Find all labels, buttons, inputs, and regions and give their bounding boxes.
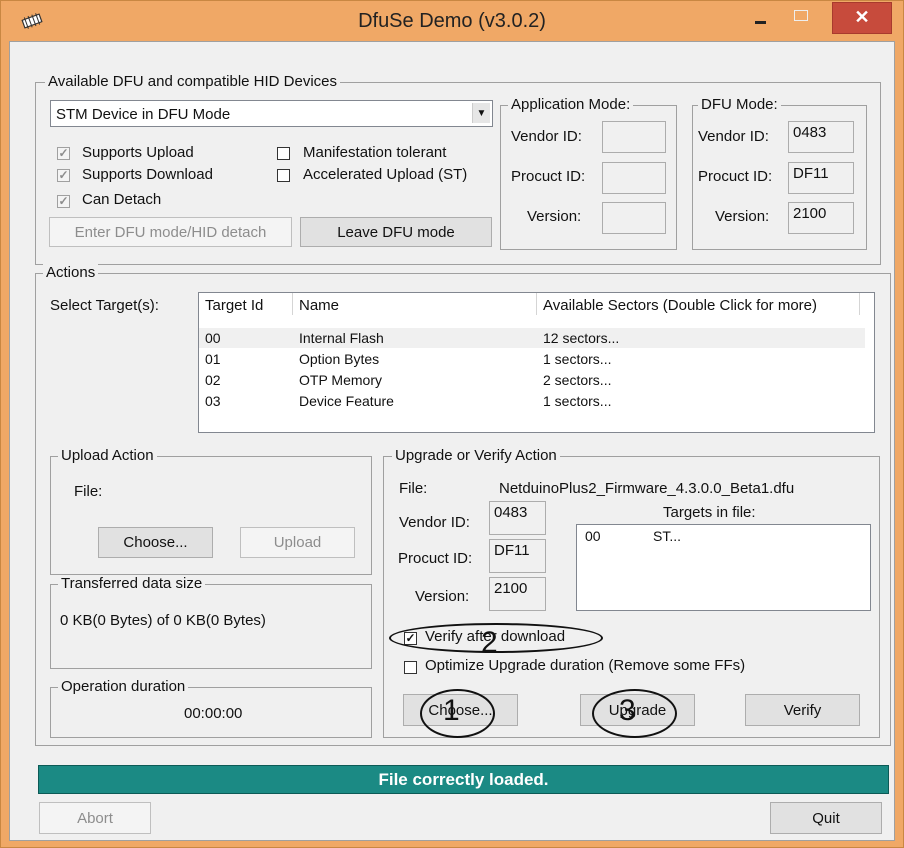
upgrade-vendor-id-label: Vendor ID:: [399, 514, 470, 531]
column-header-sectors[interactable]: Available Sectors (Double Click for more…: [537, 293, 860, 315]
upgrade-product-id-field: DF11: [489, 539, 546, 573]
optimize-upgrade-label: Optimize Upgrade duration (Remove some F…: [425, 657, 746, 674]
dfu-version-field: 2100: [788, 202, 854, 234]
enter-dfu-mode-button[interactable]: Enter DFU mode/HID detach: [49, 217, 292, 247]
leave-dfu-mode-button[interactable]: Leave DFU mode: [300, 217, 492, 247]
target-name-cell[interactable]: Device Feature: [299, 393, 394, 409]
dfu-mode-legend: DFU Mode:: [698, 96, 781, 113]
can-detach-label: Can Detach: [82, 191, 162, 208]
dfu-version-label: Version:: [715, 208, 770, 225]
targets-in-file-label: Targets in file:: [663, 504, 756, 521]
dfuse-window: DfuSe Demo (v3.0.2) ✕ Available DFU and …: [0, 0, 904, 848]
upload-file-label: File:: [74, 483, 103, 500]
dfu-product-id-field: DF11: [788, 162, 854, 194]
upload-action-legend: Upload Action: [58, 447, 157, 464]
column-header-name[interactable]: Name: [293, 293, 537, 315]
dfu-product-id-label: Procuct ID:: [698, 168, 773, 185]
app-product-id-label: Procuct ID:: [511, 168, 586, 185]
upgrade-file-label: File:: [399, 480, 428, 497]
targets-list[interactable]: Target Id Name Available Sectors (Double…: [198, 292, 875, 433]
manifestation-tolerant-label: Manifestation tolerant: [303, 144, 447, 161]
close-button[interactable]: ✕: [832, 2, 892, 34]
file-target-id-cell[interactable]: 00: [585, 528, 601, 544]
operation-duration-legend: Operation duration: [58, 678, 189, 695]
actions-legend: Actions: [43, 264, 99, 281]
supports-download-label: Supports Download: [82, 166, 213, 183]
target-sectors-cell[interactable]: 1 sectors...: [543, 351, 611, 367]
chevron-down-icon[interactable]: ▼: [472, 103, 490, 123]
status-bar: File correctly loaded.: [38, 765, 889, 794]
can-detach-checkbox[interactable]: ✓: [57, 195, 70, 208]
targets-in-file-list[interactable]: 00 ST...: [576, 524, 871, 611]
target-id-cell[interactable]: 01: [205, 351, 221, 367]
app-version-label: Version:: [527, 208, 582, 225]
dfu-vendor-id-field: 0483: [788, 121, 854, 153]
upgrade-action-legend: Upgrade or Verify Action: [392, 447, 560, 464]
abort-button[interactable]: Abort: [39, 802, 151, 834]
supports-upload-label: Supports Upload: [82, 144, 194, 161]
upload-button[interactable]: Upload: [240, 527, 355, 558]
app-vendor-id-field: [602, 121, 666, 153]
supports-download-checkbox[interactable]: ✓: [57, 169, 70, 182]
supports-upload-checkbox[interactable]: ✓: [57, 147, 70, 160]
upgrade-version-label: Version:: [415, 588, 470, 605]
target-sectors-cell[interactable]: 2 sectors...: [543, 372, 611, 388]
upgrade-vendor-id-field: 0483: [489, 501, 546, 535]
devices-legend: Available DFU and compatible HID Devices: [45, 73, 341, 90]
device-select-value: STM Device in DFU Mode: [56, 106, 231, 123]
app-version-field: [602, 202, 666, 234]
app-vendor-id-label: Vendor ID:: [511, 128, 582, 145]
dfu-vendor-id-label: Vendor ID:: [698, 128, 769, 145]
title-bar[interactable]: DfuSe Demo (v3.0.2) ✕: [1, 1, 903, 41]
target-id-cell[interactable]: 00: [205, 330, 221, 346]
target-id-cell[interactable]: 02: [205, 372, 221, 388]
operation-duration-value: 00:00:00: [184, 705, 243, 722]
application-mode-legend: Application Mode:: [508, 96, 634, 113]
target-name-cell[interactable]: Option Bytes: [299, 351, 379, 367]
manifestation-tolerant-checkbox[interactable]: [277, 147, 290, 160]
optimize-upgrade-checkbox[interactable]: [404, 661, 417, 674]
target-sectors-cell[interactable]: 1 sectors...: [543, 393, 611, 409]
annotation-number-2: 2: [481, 626, 498, 659]
maximize-icon[interactable]: [791, 6, 811, 24]
minimize-icon[interactable]: [750, 7, 772, 29]
app-product-id-field: [602, 162, 666, 194]
file-target-name-cell[interactable]: ST...: [653, 528, 681, 544]
transferred-legend: Transferred data size: [58, 575, 206, 592]
transferred-value: 0 KB(0 Bytes) of 0 KB(0 Bytes): [60, 612, 266, 629]
device-select[interactable]: STM Device in DFU Mode ▼: [50, 100, 493, 127]
upload-choose-button[interactable]: Choose...: [98, 527, 213, 558]
target-name-cell[interactable]: OTP Memory: [299, 372, 382, 388]
annotation-number-3: 3: [619, 694, 636, 727]
upgrade-version-field: 2100: [489, 577, 546, 611]
quit-button[interactable]: Quit: [770, 802, 882, 834]
accelerated-upload-label: Accelerated Upload (ST): [303, 166, 468, 183]
verify-button[interactable]: Verify: [745, 694, 860, 726]
annotation-number-1: 1: [443, 694, 460, 727]
upgrade-product-id-label: Procuct ID:: [398, 550, 473, 567]
client-area: Available DFU and compatible HID Devices…: [9, 41, 895, 841]
column-header-target-id[interactable]: Target Id: [199, 293, 293, 315]
accelerated-upload-checkbox[interactable]: [277, 169, 290, 182]
target-sectors-cell[interactable]: 12 sectors...: [543, 330, 619, 346]
upgrade-file-name: NetduinoPlus2_Firmware_4.3.0.0_Beta1.dfu: [499, 480, 795, 497]
target-name-cell[interactable]: Internal Flash: [299, 330, 384, 346]
target-id-cell[interactable]: 03: [205, 393, 221, 409]
select-targets-label: Select Target(s):: [50, 297, 159, 314]
